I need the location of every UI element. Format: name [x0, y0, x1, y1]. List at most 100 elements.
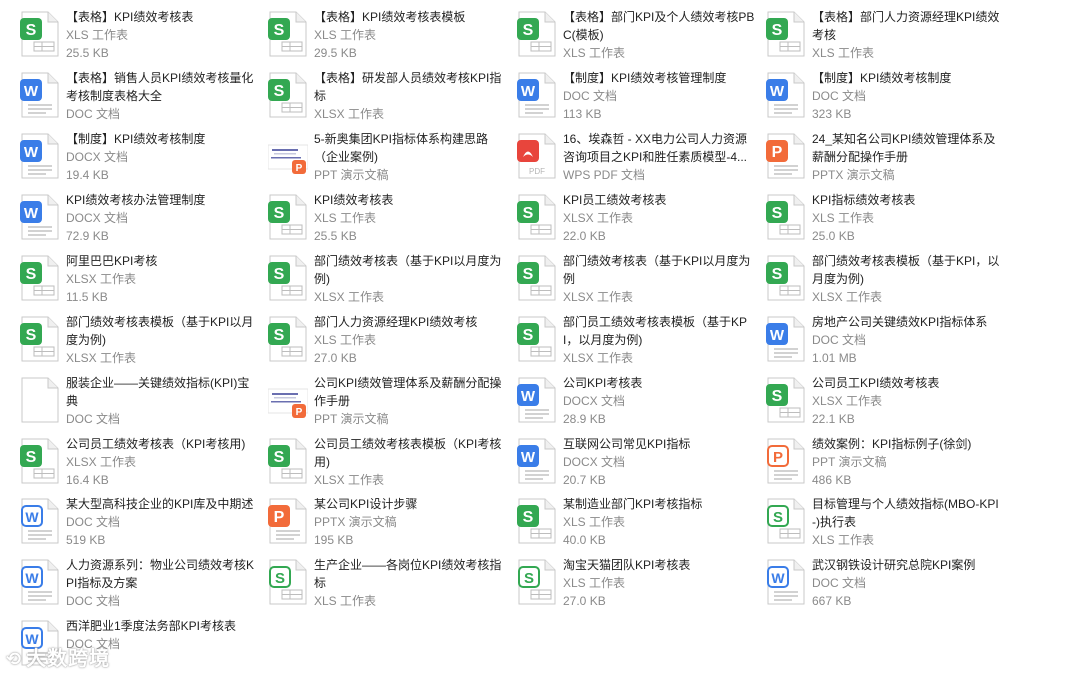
file-name: KPI员工绩效考核表 — [563, 193, 667, 207]
spreadsheet-icon: S — [766, 377, 806, 423]
file-size: 486 KB — [812, 473, 852, 487]
svg-text:S: S — [523, 509, 534, 526]
file-item[interactable]: P 公司KPI绩效管理体系及薪酬分配操作手册 PPT 演示文稿 — [268, 374, 508, 432]
file-item[interactable]: S 【表格】研发部人员绩效考核KPI指标 XLSX 工作表 — [268, 69, 508, 127]
file-item[interactable]: W 【制度】KPI绩效考核制度 DOCX 文档 19.4 KB — [20, 130, 260, 188]
spreadsheet-outline-icon: S — [517, 559, 557, 605]
file-size: 11.5 KB — [66, 290, 108, 304]
file-type: DOC 文档 — [563, 89, 618, 103]
file-size: 28.9 KB — [563, 412, 606, 426]
file-item[interactable]: S 目标管理与个人绩效指标(MBO-KPI-)执行表 XLS 工作表 — [766, 495, 1006, 553]
file-type: PPT 演示文稿 — [812, 455, 887, 469]
file-type: XLSX 工作表 — [812, 290, 883, 304]
file-item[interactable]: S KPI指标绩效考核表 XLS 工作表 25.0 KB — [766, 191, 1006, 249]
file-item[interactable]: S 部门绩效考核表（基于KPI以月度为例) XLSX 工作表 — [268, 252, 508, 310]
svg-text:S: S — [772, 205, 783, 222]
file-item[interactable]: W 武汉钢铁设计研究总院KPI案例 DOC 文档 667 KB — [766, 556, 1006, 614]
file-name: 部门绩效考核表（基于KPI以月度为例 — [563, 254, 751, 286]
svg-text:S: S — [523, 266, 534, 283]
svg-text:S: S — [274, 327, 285, 344]
svg-text:S: S — [772, 266, 783, 283]
file-item[interactable]: P 绩效案例：KPI指标例子(徐剑) PPT 演示文稿 486 KB — [766, 435, 1006, 493]
file-item[interactable]: W 【制度】KPI绩效考核制度 DOC 文档 323 KB — [766, 69, 1006, 127]
file-name: 某大型高科技企业的KPI库及中期述 — [66, 497, 254, 511]
file-item[interactable]: W 【表格】销售人员KPI绩效考核量化考核制度表格大全 DOC 文档 — [20, 69, 260, 127]
file-size: 25.0 KB — [812, 229, 855, 243]
svg-text:S: S — [773, 509, 783, 526]
file-type: XLSX 工作表 — [66, 455, 137, 469]
svg-text:W: W — [24, 83, 39, 100]
file-item[interactable]: S 【表格】部门人力资源经理KPI绩效考核 XLS 工作表 — [766, 8, 1006, 66]
svg-text:P: P — [296, 163, 303, 174]
file-size: 16.4 KB — [66, 473, 109, 487]
file-name: 生产企业——各岗位KPI绩效考核指标 — [314, 558, 502, 590]
svg-text:W: W — [521, 449, 536, 466]
file-item[interactable]: S 【表格】部门KPI及个人绩效考核PBC(模板) XLS 工作表 — [517, 8, 757, 66]
file-item[interactable]: S 部门绩效考核表模板（基于KPI，以月度为例) XLSX 工作表 — [766, 252, 1006, 310]
file-item[interactable]: S 公司员工绩效考核表（KPI考核用) XLSX 工作表 16.4 KB — [20, 435, 260, 493]
file-name: 【表格】部门人力资源经理KPI绩效考核 — [812, 10, 1000, 42]
file-name: 【表格】研发部人员绩效考核KPI指标 — [314, 71, 502, 103]
file-item[interactable]: S 公司员工KPI绩效考核表 XLSX 工作表 22.1 KB — [766, 374, 1006, 432]
file-item[interactable]: P 5-新奥集团KPI指标体系构建思路（企业案例) PPT 演示文稿 — [268, 130, 508, 188]
file-item[interactable]: S 【表格】KPI绩效考核表 XLS 工作表 25.5 KB — [20, 8, 260, 66]
presentation-icon: P — [268, 498, 308, 544]
file-item[interactable]: P 24_某知名公司KPI绩效管理体系及薪酬分配操作手册 PPTX 演示文稿 — [766, 130, 1006, 188]
file-item[interactable]: W KPI绩效考核办法管理制度 DOCX 文档 72.9 KB — [20, 191, 260, 249]
file-type: XLS 工作表 — [812, 533, 875, 547]
svg-text:S: S — [772, 22, 783, 39]
svg-text:W: W — [25, 509, 39, 525]
file-item[interactable]: 服装企业——关键绩效指标(KPI)宝典 DOC 文档 — [20, 374, 260, 432]
word-outline-icon: W — [20, 498, 60, 544]
watermark-text: 大数跨境 — [26, 648, 111, 670]
file-type: XLSX 工作表 — [563, 290, 634, 304]
svg-text:P: P — [274, 509, 285, 526]
file-item[interactable]: PDF 16、埃森哲 - XX电力公司人力资源咨询项目之KPI和胜任素质模型-4.… — [517, 130, 757, 188]
svg-text:W: W — [24, 144, 39, 161]
file-name: 目标管理与个人绩效指标(MBO-KPI-)执行表 — [812, 497, 999, 529]
file-name: 绩效案例：KPI指标例子(徐剑) — [812, 437, 972, 451]
file-item[interactable]: W 人力资源系列：物业公司绩效考核KPI指标及方案 DOC 文档 — [20, 556, 260, 614]
svg-text:P: P — [772, 144, 783, 161]
file-item[interactable]: S 阿里巴巴KPI考核 XLSX 工作表 11.5 KB — [20, 252, 260, 310]
file-item[interactable]: W 房地产公司关键绩效KPI指标体系 DOC 文档 1.01 MB — [766, 313, 1006, 371]
file-item[interactable]: S 公司员工绩效考核表模板（KPI考核用) XLSX 工作表 — [268, 435, 508, 493]
svg-text:S: S — [275, 570, 285, 587]
svg-text:S: S — [274, 449, 285, 466]
file-type: XLSX 工作表 — [812, 394, 883, 408]
file-item[interactable]: W 某大型高科技企业的KPI库及中期述 DOC 文档 519 KB — [20, 495, 260, 553]
file-item[interactable]: S 部门人力资源经理KPI绩效考核 XLS 工作表 27.0 KB — [268, 313, 508, 371]
file-item[interactable]: S KPI员工绩效考核表 XLSX 工作表 22.0 KB — [517, 191, 757, 249]
word-icon: W — [517, 377, 557, 423]
spreadsheet-icon: S — [268, 11, 308, 57]
watermark: ⟲ 大数跨境 — [6, 642, 110, 671]
file-name: KPI绩效考核表 — [314, 193, 394, 207]
file-item[interactable]: W 互联网公司常见KPI指标 DOCX 文档 20.7 KB — [517, 435, 757, 493]
spreadsheet-icon: S — [20, 11, 60, 57]
file-type: PPTX 演示文稿 — [812, 168, 895, 182]
spreadsheet-icon: S — [268, 72, 308, 118]
file-item[interactable]: S 生产企业——各岗位KPI绩效考核指标 XLS 工作表 — [268, 556, 508, 614]
file-type: DOCX 文档 — [66, 211, 129, 225]
file-item[interactable]: S 淘宝天猫团队KPI考核表 XLS 工作表 27.0 KB — [517, 556, 757, 614]
file-name: 公司员工绩效考核表模板（KPI考核用) — [314, 437, 502, 469]
file-size: 72.9 KB — [66, 229, 109, 243]
file-item[interactable]: P 某公司KPI设计步骤 PPTX 演示文稿 195 KB — [268, 495, 508, 553]
file-type: XLSX 工作表 — [314, 290, 385, 304]
file-item[interactable]: S 【表格】KPI绩效考核表模板 XLS 工作表 29.5 KB — [268, 8, 508, 66]
svg-text:P: P — [296, 407, 303, 418]
file-item[interactable]: S 某制造业部门KPI考核指标 XLS 工作表 40.0 KB — [517, 495, 757, 553]
spreadsheet-icon: S — [20, 316, 60, 362]
file-size: 22.0 KB — [563, 229, 606, 243]
file-size: 29.5 KB — [314, 46, 357, 60]
file-item[interactable]: S 部门员工绩效考核表模板（基于KPI，以月度为例) XLSX 工作表 — [517, 313, 757, 371]
file-item[interactable]: S 部门绩效考核表模板（基于KPI以月度为例) XLSX 工作表 — [20, 313, 260, 371]
spreadsheet-icon: S — [766, 255, 806, 301]
file-item[interactable]: S KPI绩效考核表 XLS 工作表 25.5 KB — [268, 191, 508, 249]
file-item[interactable]: W 【制度】KPI绩效考核管理制度 DOC 文档 113 KB — [517, 69, 757, 127]
file-item[interactable]: S 部门绩效考核表（基于KPI以月度为例 XLSX 工作表 — [517, 252, 757, 310]
file-item[interactable]: W 公司KPI考核表 DOCX 文档 28.9 KB — [517, 374, 757, 432]
file-name: 某公司KPI设计步骤 — [314, 497, 418, 511]
file-type: XLS 工作表 — [563, 576, 626, 590]
svg-text:S: S — [274, 22, 285, 39]
